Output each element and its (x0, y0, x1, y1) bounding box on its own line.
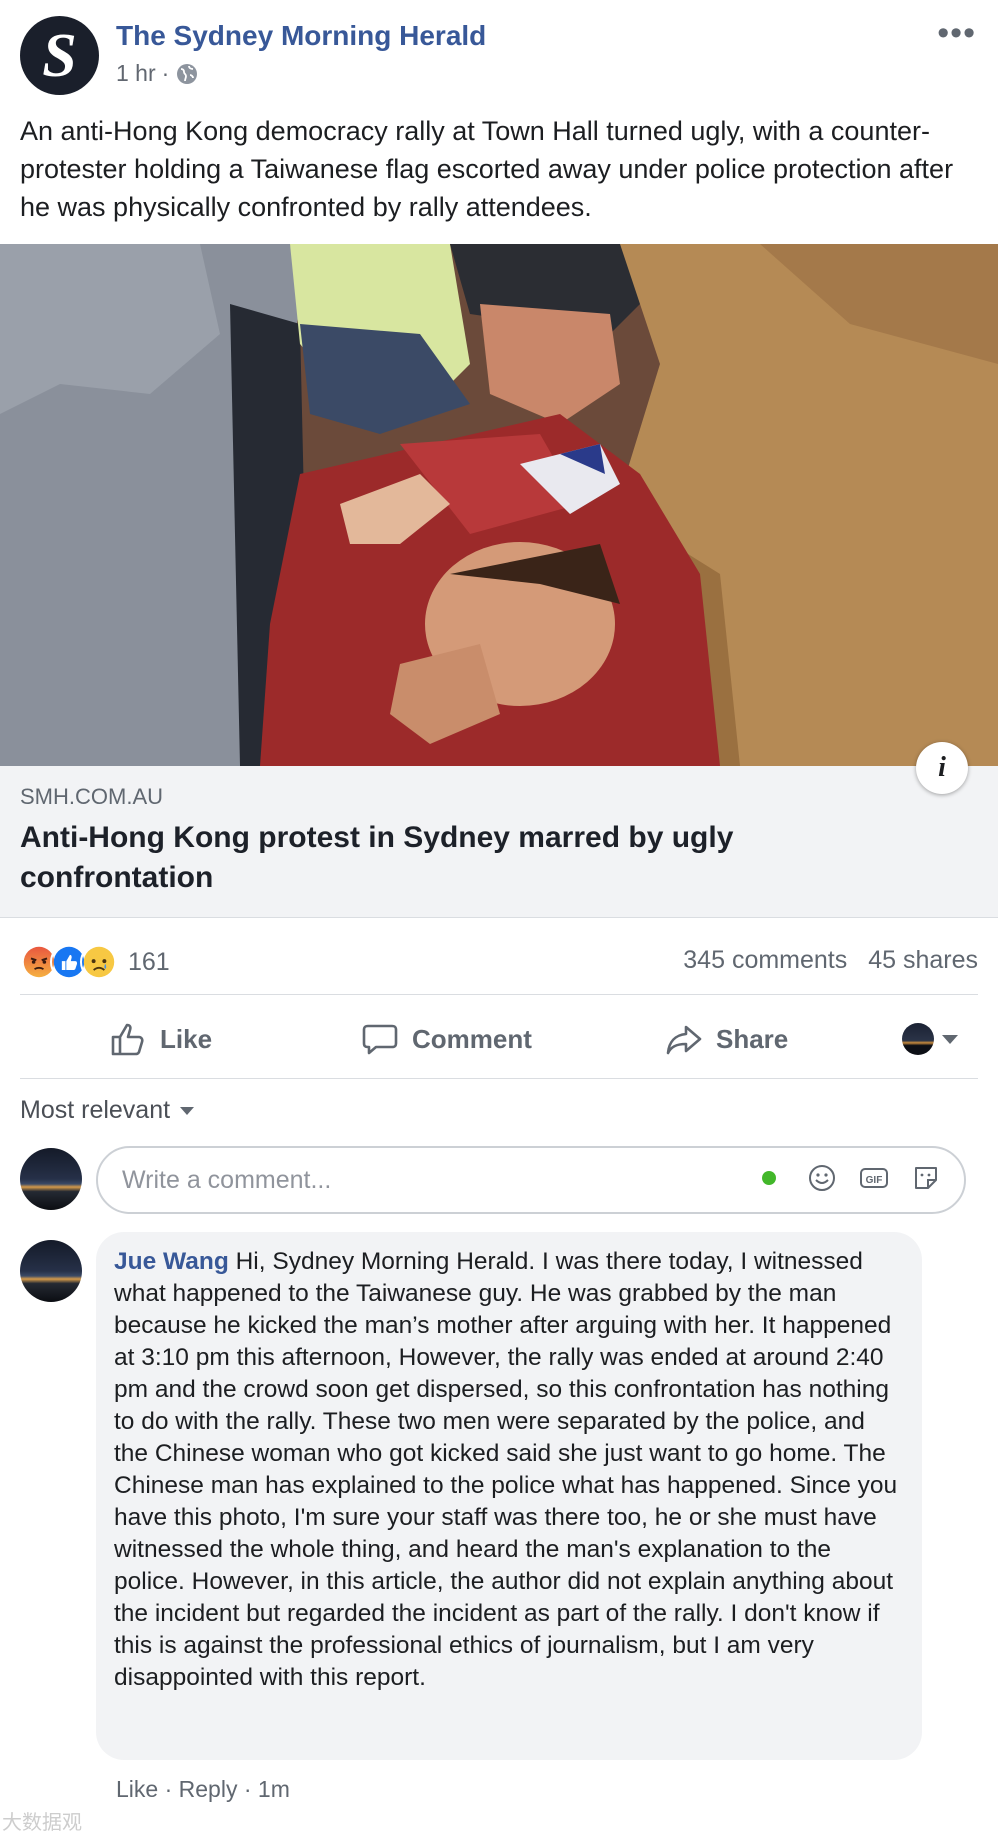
comment-text: Hi, Sydney Morning Herald. I was there t… (114, 1248, 898, 1691)
thumbs-up-icon (111, 1023, 144, 1056)
svg-text:GIF: GIF (866, 1175, 883, 1186)
comment-like-link[interactable]: Like (116, 1776, 158, 1802)
link-preview[interactable]: i SMH.COM.AU Anti-Hong Kong protest in S… (0, 742, 998, 918)
sad-reaction-icon (80, 943, 118, 981)
sticker-icon[interactable] (910, 1162, 942, 1194)
current-user-avatar[interactable] (20, 1148, 82, 1210)
facebook-post: S The Sydney Morning Herald 1 hr · ••• A… (0, 0, 998, 1836)
engagement-counts: 345 comments 45 shares (683, 946, 978, 975)
link-headline[interactable]: Anti-Hong Kong protest in Sydney marred … (20, 818, 820, 898)
info-icon[interactable]: i (916, 742, 968, 794)
more-options-icon[interactable]: ••• (937, 14, 976, 53)
comment-as-selector[interactable] (902, 1023, 958, 1055)
shares-count-link[interactable]: 45 shares (868, 946, 978, 974)
sort-label: Most relevant (20, 1096, 171, 1124)
emoji-icon[interactable] (806, 1162, 838, 1194)
comment-button[interactable]: Comment (360, 1005, 532, 1073)
comment-placeholder: Write a comment... (122, 1166, 332, 1194)
composer-tools: GIF (762, 1162, 942, 1194)
photo-image (0, 244, 998, 766)
gif-icon[interactable]: GIF (858, 1162, 890, 1194)
comment-time[interactable]: 1m (258, 1776, 290, 1802)
chevron-down-icon (180, 1106, 195, 1115)
post-caption: An anti-Hong Kong democracy rally at Tow… (20, 116, 954, 222)
share-arrow-icon (666, 1025, 702, 1055)
globe-icon (177, 63, 198, 84)
comment-icon (362, 1024, 398, 1055)
meta-separator: · (161, 60, 170, 86)
comments-count-link[interactable]: 345 comments (683, 946, 847, 974)
comment-actions: Like · Reply · 1m (116, 1776, 290, 1803)
link-domain: SMH.COM.AU (20, 784, 163, 809)
reaction-summary[interactable]: 161 (20, 940, 170, 984)
divider (20, 1078, 978, 1079)
page-avatar[interactable]: S (20, 16, 99, 95)
comment-label: Comment (412, 1023, 532, 1054)
post-header: S The Sydney Morning Herald 1 hr · ••• (0, 0, 998, 110)
divider (20, 994, 978, 995)
reactions-row: 161 345 comments 45 shares (20, 940, 978, 988)
share-label: Share (716, 1023, 789, 1054)
reaction-count[interactable]: 161 (128, 948, 170, 977)
page-name-link[interactable]: The Sydney Morning Herald (116, 20, 486, 52)
separator: · (243, 1776, 252, 1802)
comment-reply-link[interactable]: Reply (179, 1776, 238, 1802)
profile-avatar-small (902, 1023, 934, 1055)
comment-input[interactable]: Write a comment... GIF (96, 1146, 966, 1214)
separator: · (164, 1776, 173, 1802)
comment-sort-dropdown[interactable]: Most relevant (20, 1096, 195, 1125)
online-status-icon (762, 1171, 776, 1185)
share-button[interactable]: Share (664, 1005, 788, 1073)
comment-body: Jue Wang Hi, Sydney Morning Herald. I wa… (114, 1246, 904, 1694)
chevron-down-icon (942, 1034, 958, 1044)
like-label: Like (160, 1023, 213, 1054)
action-bar: Like Comment Share (0, 1005, 998, 1073)
like-button[interactable]: Like (108, 1005, 212, 1073)
post-meta: 1 hr · (116, 60, 199, 87)
watermark-text: 大数据观 (2, 1812, 82, 1834)
commenter-name-link[interactable]: Jue Wang (114, 1248, 229, 1275)
comment-bubble: Jue Wang Hi, Sydney Morning Herald. I wa… (96, 1232, 922, 1760)
post-photo[interactable] (0, 244, 998, 766)
commenter-avatar[interactable] (20, 1240, 82, 1302)
post-time[interactable]: 1 hr (116, 60, 156, 87)
